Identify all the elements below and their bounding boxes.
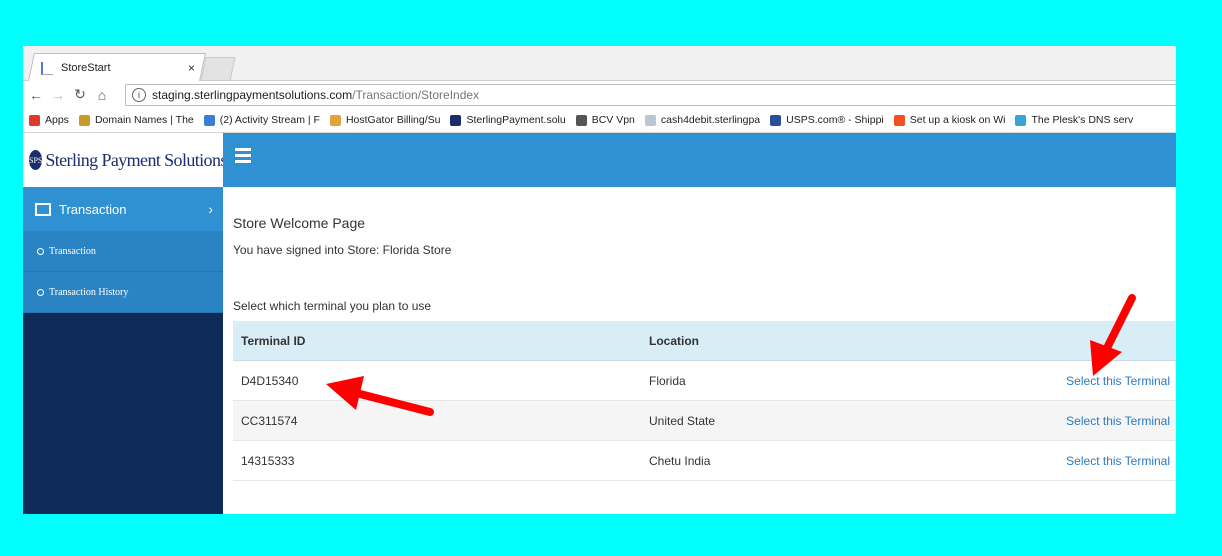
select-terminal-link[interactable]: Select this Terminal	[847, 360, 1176, 401]
activity-stream-icon	[203, 114, 215, 126]
signed-in-message: You have signed into Store: Florida Stor…	[233, 243, 452, 257]
table-row: 14315333 Chetu India Select this Termina…	[233, 440, 1176, 481]
close-tab-icon[interactable]: ×	[188, 61, 195, 75]
bookmark-label: HostGator Billing/Su	[345, 114, 441, 126]
sidebar-subitem-transaction-history[interactable]: Transaction History	[23, 272, 223, 313]
page-icon	[644, 114, 656, 126]
bookmarks-bar: Apps Domain Names | The (2) Activity Strea…	[23, 108, 1176, 133]
url-host: staging.sterlingpaymentsolutions.com	[152, 88, 353, 102]
vpn-icon	[575, 114, 587, 126]
location-cell: Florida	[641, 360, 848, 401]
page-title: Store Welcome Page	[233, 215, 366, 231]
screenshot-frame: StoreStart × ← → ↻ ⌂ i staging.sterlingp…	[23, 46, 1176, 514]
chevron-right-icon: ›	[208, 201, 213, 217]
column-header-terminal-id: Terminal ID	[233, 321, 641, 361]
bookmark-label: USPS.com® - Shippi	[786, 114, 884, 126]
hamburger-menu-icon[interactable]	[235, 148, 251, 164]
bookmark-label: Domain Names | The	[94, 114, 194, 126]
browser-tab-content[interactable]: StoreStart ×	[41, 58, 201, 78]
bookmark-item[interactable]: HostGator Billing/Su	[329, 114, 441, 126]
terminal-id-cell: D4D15340	[233, 360, 641, 401]
circle-icon	[37, 288, 44, 296]
sidebar-subitem-label: Transaction	[49, 245, 96, 257]
terminal-id-cell: CC311574	[233, 400, 641, 441]
domain-icon	[78, 114, 90, 126]
sidebar-item-label: Transaction	[59, 201, 127, 217]
main-content: Store Welcome Page You have signed into …	[223, 187, 1176, 514]
url-path: /Transaction/StoreIndex	[352, 88, 480, 102]
bookmark-label: BCV Vpn	[591, 114, 635, 126]
navigation-bar: ← → ↻ ⌂ i staging.sterlingpaymentsolutio…	[23, 81, 1176, 108]
web-app: SPS Sterling Payment Solutions, LLC Tran…	[23, 133, 1176, 514]
sterling-icon	[450, 114, 462, 126]
table-row: CC311574 United State Select this Termin…	[233, 400, 1176, 441]
info-icon[interactable]: i	[132, 88, 146, 102]
select-terminal-link[interactable]: Select this Terminal	[847, 440, 1176, 481]
tab-title: StoreStart	[61, 62, 111, 74]
terminal-table: Terminal ID Location D4D15340 Florida Se…	[233, 321, 1176, 481]
bookmark-item[interactable]: Set up a kiosk on Wi	[893, 114, 1006, 126]
credit-card-icon	[35, 202, 51, 216]
top-bar	[223, 133, 1176, 187]
sps-logo-icon: SPS	[29, 150, 43, 170]
page-favicon-icon	[41, 61, 53, 75]
brand-logo[interactable]: SPS Sterling Payment Solutions, LLC	[23, 133, 267, 187]
bookmark-label: Set up a kiosk on Wi	[909, 114, 1006, 126]
bookmark-label: SterlingPayment.solu	[466, 114, 566, 126]
sidebar-subitem-transaction[interactable]: Transaction	[23, 231, 223, 272]
usps-icon	[770, 114, 782, 126]
bookmark-item[interactable]: USPS.com® - Shippi	[770, 114, 884, 126]
sidebar-subitem-label: Transaction History	[49, 286, 129, 298]
bookmark-item[interactable]: (2) Activity Stream | F	[203, 114, 320, 126]
location-cell: United State	[641, 400, 848, 441]
column-header-action	[847, 321, 1176, 361]
bookmark-item[interactable]: Apps	[29, 114, 69, 126]
bookmark-item[interactable]: BCV Vpn	[575, 114, 635, 126]
table-header-row: Terminal ID Location	[233, 321, 1176, 361]
sidebar: Transaction › Transaction Transaction Hi…	[23, 187, 223, 514]
tab-strip: StoreStart ×	[23, 46, 1176, 81]
back-arrow-icon[interactable]: ←	[27, 87, 45, 103]
address-bar[interactable]: i staging.sterlingpaymentsolutions.com/T…	[125, 84, 1176, 106]
location-cell: Chetu India	[641, 440, 848, 481]
circle-icon	[37, 247, 44, 255]
bookmark-item[interactable]: Domain Names | The	[78, 114, 194, 126]
apps-grid-icon	[29, 114, 40, 126]
bookmark-label: cash4debit.sterlingpa	[660, 114, 761, 126]
terminal-id-cell: 14315333	[233, 440, 641, 481]
bookmark-label: The Plesk's DNS serv	[1031, 114, 1134, 126]
hostgator-icon	[329, 114, 341, 126]
bookmark-item[interactable]: SterlingPayment.solu	[450, 114, 566, 126]
sidebar-item-transaction[interactable]: Transaction ›	[23, 187, 223, 231]
column-header-location: Location	[641, 321, 848, 361]
bookmark-label: (2) Activity Stream | F	[219, 114, 320, 126]
reload-icon[interactable]: ↻	[71, 86, 89, 103]
plesk-icon	[1015, 114, 1027, 126]
table-row: D4D15340 Florida Select this Terminal	[233, 360, 1176, 401]
bookmark-item[interactable]: The Plesk's DNS serv	[1015, 114, 1133, 126]
select-terminal-prompt: Select which terminal you plan to use	[233, 299, 432, 313]
select-terminal-link[interactable]: Select this Terminal	[847, 400, 1176, 441]
forward-arrow-icon[interactable]: →	[49, 87, 67, 103]
home-icon[interactable]: ⌂	[93, 87, 111, 103]
bookmark-label: Apps	[45, 114, 69, 126]
new-tab-button[interactable]	[200, 57, 236, 81]
bookmark-item[interactable]: cash4debit.sterlingpa	[644, 114, 761, 126]
windows-icon	[893, 114, 905, 126]
